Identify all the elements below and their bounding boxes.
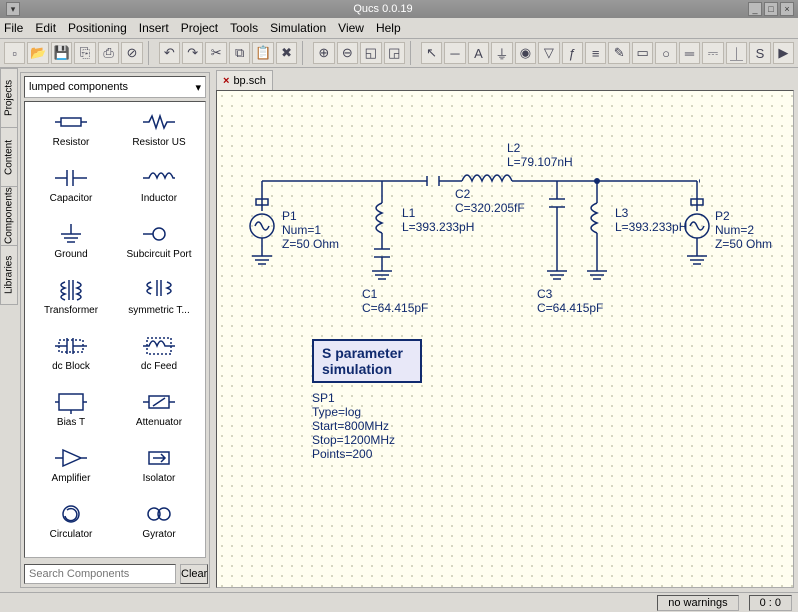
p2-label: P2 Num=2 Z=50 Ohm xyxy=(715,209,772,251)
clear-button[interactable]: Clear xyxy=(180,564,208,584)
component-ground[interactable]: Ground xyxy=(27,218,115,274)
print-button[interactable]: ⎙ xyxy=(98,42,119,64)
search-input[interactable] xyxy=(24,564,176,584)
component-amplifier[interactable]: Amplifier xyxy=(27,442,115,498)
zoomin-button[interactable]: ⊕ xyxy=(313,42,334,64)
zoomfit-button[interactable]: ◱ xyxy=(360,42,381,64)
sparam-button[interactable]: S xyxy=(749,42,770,64)
paste-button[interactable]: 📋 xyxy=(252,42,273,64)
component-isolator[interactable]: Isolator xyxy=(115,442,203,498)
p1-label: P1 Num=1 Z=50 Ohm xyxy=(282,209,339,251)
close-icon[interactable]: × xyxy=(780,2,794,16)
sim-params: SP1 Type=log Start=800MHz Stop=1200MHz P… xyxy=(312,391,395,461)
wire-button[interactable]: ─ xyxy=(444,42,465,64)
sidetab-projects[interactable]: Projects xyxy=(0,68,18,128)
schematic-canvas[interactable]: P1 Num=1 Z=50 Ohm P2 Num=2 Z=50 Ohm L1L=… xyxy=(216,90,794,588)
component-capacitor[interactable]: Capacitor xyxy=(27,162,115,218)
component-category-select[interactable]: lumped components ▾ xyxy=(24,76,206,98)
c3-label: C3C=64.415pF xyxy=(537,287,603,315)
schematic-svg xyxy=(217,91,793,587)
component-symmetric-t-[interactable]: symmetric T... xyxy=(115,274,203,330)
maximize-icon[interactable]: □ xyxy=(764,2,778,16)
delete-button[interactable]: ✖ xyxy=(276,42,297,64)
ruler-button[interactable]: ≡ xyxy=(585,42,606,64)
window-title: Qucs 0.0.19 xyxy=(353,3,412,15)
document-tabbar: × bp.sch xyxy=(212,68,798,90)
menu-project[interactable]: Project xyxy=(181,21,218,35)
sparam-sim-box[interactable]: S parametersimulation xyxy=(312,339,422,383)
component-dc-feed[interactable]: dc Feed xyxy=(115,330,203,386)
l3-label: L3L=393.233pH xyxy=(615,206,687,234)
menu-view[interactable]: View xyxy=(338,21,364,35)
status-warnings: no warnings xyxy=(657,595,738,611)
component-transformer[interactable]: Transformer xyxy=(27,274,115,330)
saveall-button[interactable]: ⎘ xyxy=(74,42,95,64)
gnd2-button[interactable]: ⏊ xyxy=(726,42,747,64)
label-button[interactable]: A xyxy=(468,42,489,64)
tab-close-icon[interactable]: × xyxy=(223,75,229,87)
sidetab-libraries[interactable]: Libraries xyxy=(0,245,18,305)
tab-label: bp.sch xyxy=(233,75,265,87)
main-toolbar: ▫📂💾⎘⎙⊘ ↶↷✂⧉📋✖ ⊕⊖◱◲ ↖─A⏚◉▽ƒ≡✎▭○═⎓⏊S▶ xyxy=(0,38,798,68)
component-list: ResistorResistor USCapacitorInductorGrou… xyxy=(24,101,206,558)
sidetab-components[interactable]: Components xyxy=(0,186,18,246)
ground-button[interactable]: ⏚ xyxy=(491,42,512,64)
menubar: File Edit Positioning Insert Project Tools Sim… xyxy=(0,18,798,38)
vsrc-button[interactable]: ⎓ xyxy=(702,42,723,64)
save-button[interactable]: 💾 xyxy=(51,42,72,64)
window-titlebar: ▾ Qucs 0.0.19 _ □ × xyxy=(0,0,798,18)
component-dc-block[interactable]: dc Block xyxy=(27,330,115,386)
redo-button[interactable]: ↷ xyxy=(182,42,203,64)
open-button[interactable]: 📂 xyxy=(27,42,48,64)
component-attenuator[interactable]: Attenuator xyxy=(115,386,203,442)
menu-simulation[interactable]: Simulation xyxy=(270,21,326,35)
sim-button[interactable]: ▶ xyxy=(773,42,794,64)
rect-button[interactable]: ▭ xyxy=(632,42,653,64)
new-button[interactable]: ▫ xyxy=(4,42,25,64)
menu-tools[interactable]: Tools xyxy=(230,21,258,35)
window-menu-icon[interactable]: ▾ xyxy=(6,2,20,16)
tab-bp-sch[interactable]: × bp.sch xyxy=(216,70,273,90)
l2-label: L2L=79.107nH xyxy=(507,141,573,169)
component-resistor[interactable]: Resistor xyxy=(27,106,115,162)
ellipse-button[interactable]: ○ xyxy=(655,42,676,64)
menu-positioning[interactable]: Positioning xyxy=(68,21,127,35)
menu-help[interactable]: Help xyxy=(376,21,401,35)
component-resistor-us[interactable]: Resistor US xyxy=(115,106,203,162)
cut-button[interactable]: ✂ xyxy=(205,42,226,64)
pen-button[interactable]: ✎ xyxy=(608,42,629,64)
undo-button[interactable]: ↶ xyxy=(159,42,180,64)
bus-button[interactable]: ═ xyxy=(679,42,700,64)
component-circulator[interactable]: Circulator xyxy=(27,498,115,554)
pointer-button[interactable]: ↖ xyxy=(421,42,442,64)
component-gyrator[interactable]: Gyrator xyxy=(115,498,203,554)
port-button[interactable]: ◉ xyxy=(515,42,536,64)
marker-button[interactable]: ▽ xyxy=(538,42,559,64)
zoomsel-button[interactable]: ◲ xyxy=(384,42,405,64)
menu-insert[interactable]: Insert xyxy=(139,21,169,35)
side-tabstrip: ProjectsContentComponentsLibraries xyxy=(0,68,18,592)
status-coords: 0 : 0 xyxy=(749,595,792,611)
minimize-icon[interactable]: _ xyxy=(748,2,762,16)
menu-edit[interactable]: Edit xyxy=(35,21,56,35)
menu-file[interactable]: File xyxy=(4,21,23,35)
components-panel: lumped components ▾ ResistorResistor USC… xyxy=(20,72,210,588)
sidetab-content[interactable]: Content xyxy=(0,127,18,187)
statusbar: no warnings 0 : 0 xyxy=(0,592,798,612)
zoomout-button[interactable]: ⊖ xyxy=(337,42,358,64)
copy-button[interactable]: ⧉ xyxy=(229,42,250,64)
component-bias-t[interactable]: Bias T xyxy=(27,386,115,442)
c2-label: C2C=320.205fF xyxy=(455,187,525,215)
close-button[interactable]: ⊘ xyxy=(121,42,142,64)
c1-label: C1C=64.415pF xyxy=(362,287,428,315)
component-inductor[interactable]: Inductor xyxy=(115,162,203,218)
dropdown-icon: ▾ xyxy=(195,81,201,94)
component-category-label: lumped components xyxy=(29,81,128,93)
component-subcircuit-port[interactable]: Subcircuit Port xyxy=(115,218,203,274)
eqn-button[interactable]: ƒ xyxy=(562,42,583,64)
